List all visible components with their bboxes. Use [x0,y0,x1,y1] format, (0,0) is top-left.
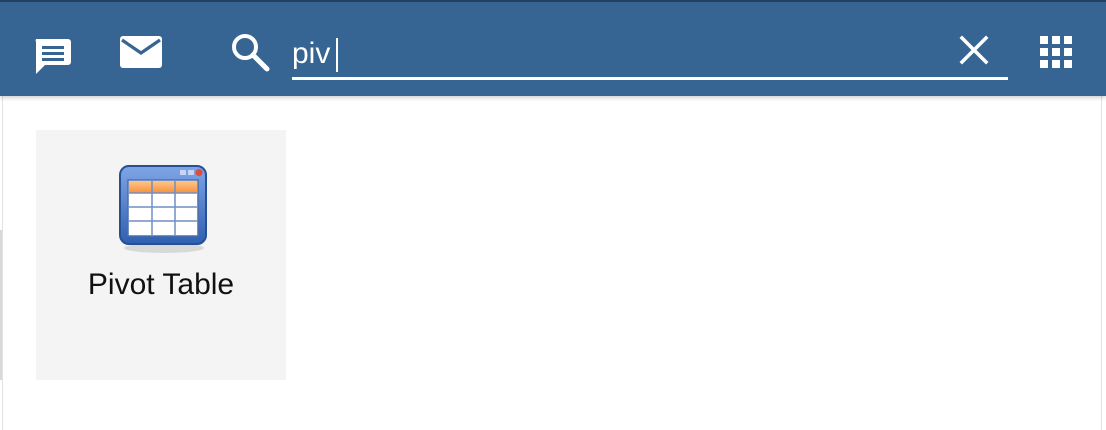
result-tile-pivot-table[interactable]: Pivot Table [36,130,286,380]
top-bar [0,0,1106,96]
chat-button[interactable] [28,32,76,80]
clear-search-button[interactable] [952,28,996,72]
search-icon [232,34,270,72]
close-icon [959,35,989,65]
mail-icon [120,36,162,68]
text-caret [336,38,338,72]
search-input[interactable] [292,34,942,74]
pivot-table-icon [119,165,207,253]
chat-icon [35,39,71,74]
search-field[interactable] [292,28,1008,80]
mail-button[interactable] [116,30,166,74]
search-icon-wrapper [228,30,272,74]
result-tile-label: Pivot Table [87,268,235,301]
apps-menu-button[interactable] [1032,28,1080,76]
apps-grid-icon [1040,36,1072,68]
